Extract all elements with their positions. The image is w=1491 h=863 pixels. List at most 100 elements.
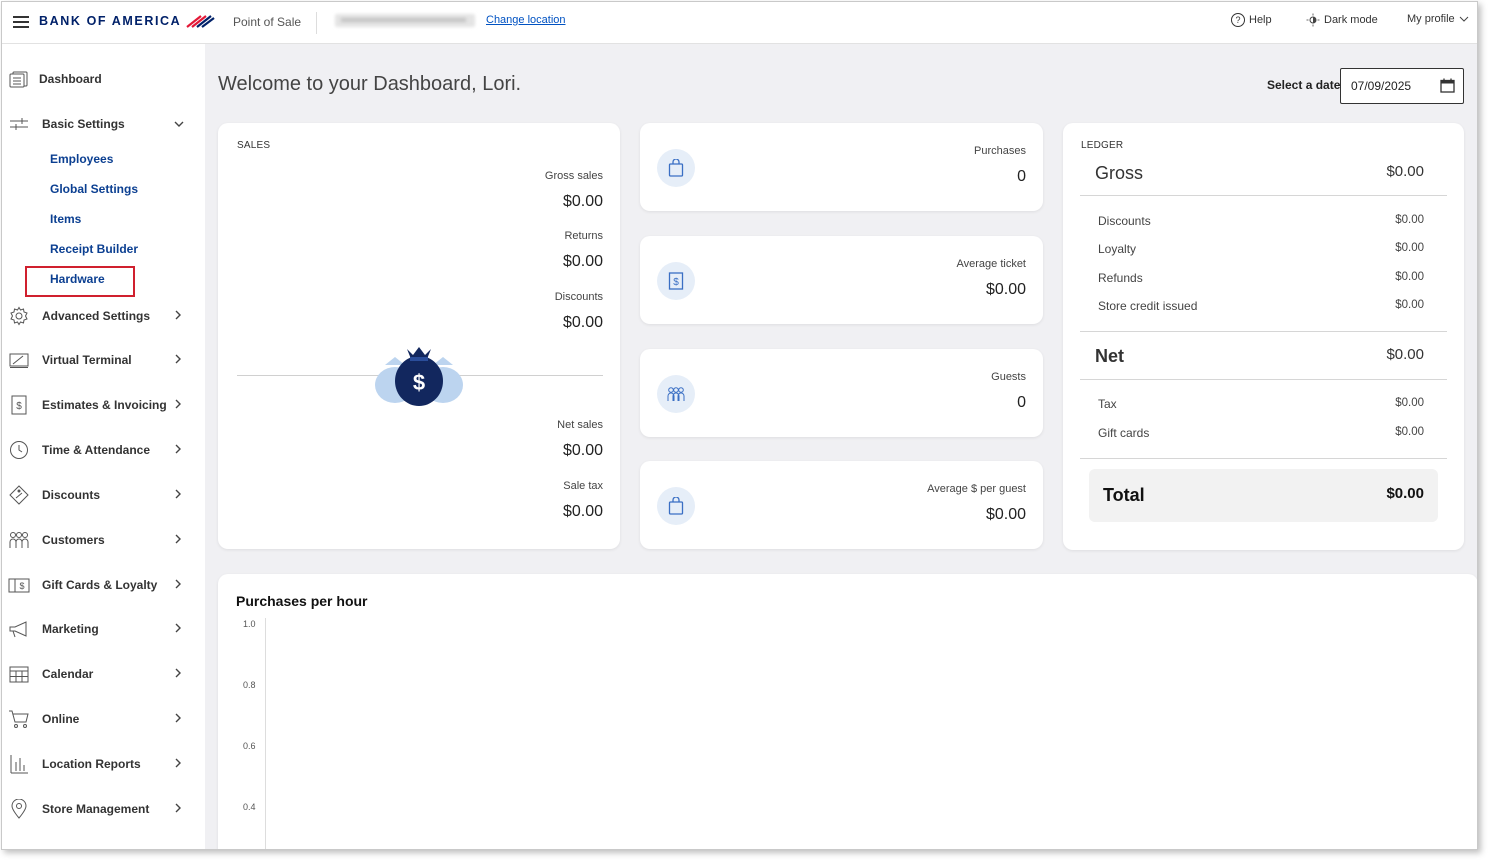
chevron-down-icon xyxy=(174,121,184,127)
ledger-row: Discounts $0.00 xyxy=(1098,214,1424,228)
sidebar-subitem-receipt-builder[interactable]: Receipt Builder xyxy=(50,242,138,256)
bank-logo[interactable]: BANK OF AMERICA xyxy=(39,14,215,28)
ledger-row-label: Store credit issued xyxy=(1098,299,1198,313)
ledger-gross-label: Gross xyxy=(1095,163,1144,183)
sidebar-item-online[interactable]: Online xyxy=(2,704,205,734)
gross-sales-label: Gross sales xyxy=(544,170,603,182)
chevron-right-icon xyxy=(174,488,182,502)
chevron-right-icon xyxy=(174,398,182,412)
ledger-card: LEDGER Gross $0.00 Discounts $0.00 Loyalt… xyxy=(1063,123,1464,550)
app-window: BANK OF AMERICA Point of Sale Change loc… xyxy=(1,1,1478,850)
sidebar-item-estimates-invoicing[interactable]: $ Estimates & Invoicing xyxy=(2,390,205,420)
help-button[interactable]: ? Help xyxy=(1231,13,1272,27)
sidebar-item-label: Marketing xyxy=(42,622,99,636)
dark-mode-toggle[interactable]: Dark mode xyxy=(1306,13,1378,27)
svg-text:$: $ xyxy=(16,401,22,412)
y-tick-label: 1.0 xyxy=(243,619,256,629)
sidebar-item-customers[interactable]: Customers xyxy=(2,525,205,555)
ledger-gross-value: $0.00 xyxy=(1386,163,1424,180)
discounts-value: $0.00 xyxy=(562,314,603,331)
hamburger-menu-icon[interactable] xyxy=(13,16,29,28)
page-title: Welcome to your Dashboard, Lori. xyxy=(218,73,522,95)
sidebar-item-store-management[interactable]: Store Management xyxy=(2,794,205,824)
sidebar-item-calendar[interactable]: Calendar xyxy=(2,659,205,689)
hardware-highlight-box xyxy=(25,266,135,297)
metric-label: Average $ per guest xyxy=(927,483,1026,495)
svg-text:$: $ xyxy=(413,370,425,395)
svg-text:$: $ xyxy=(673,277,679,288)
sidebar-item-label: Customers xyxy=(42,533,105,547)
ledger-row-value: $0.00 xyxy=(1395,242,1424,254)
sidebar-item-label: Advanced Settings xyxy=(42,309,151,323)
sidebar-item-label: Estimates & Invoicing xyxy=(42,398,167,412)
chevron-right-icon xyxy=(174,443,182,457)
svg-text:$: $ xyxy=(19,581,24,591)
ledger-gross-row: Gross $0.00 xyxy=(1095,163,1424,184)
sidebar-item-advanced-settings[interactable]: Advanced Settings xyxy=(2,301,205,331)
app-name: Point of Sale xyxy=(233,15,302,29)
sidebar-item-label: Calendar xyxy=(42,667,94,681)
calendar-icon[interactable] xyxy=(1440,78,1455,93)
ledger-row: Tax $0.00 xyxy=(1098,397,1424,411)
invoice-icon: $ xyxy=(8,394,30,416)
flag-logo-icon xyxy=(186,15,215,28)
sidebar-item-discounts[interactable]: Discounts xyxy=(2,480,205,510)
sidebar-subitem-global-settings[interactable]: Global Settings xyxy=(50,182,138,196)
metric-label: Purchases xyxy=(974,145,1026,157)
ledger-row: Loyalty $0.00 xyxy=(1098,242,1424,256)
chart-y-axis xyxy=(265,618,266,849)
money-bag-icon: $ xyxy=(375,347,463,406)
metric-card-average-per-guest: Average $ per guest $0.00 xyxy=(640,461,1043,549)
date-value: 07/09/2025 xyxy=(1351,79,1412,93)
ledger-net-row: Net $0.00 xyxy=(1095,346,1424,367)
chevron-right-icon xyxy=(174,309,182,323)
returns-value: $0.00 xyxy=(562,253,603,270)
sidebar-item-gift-cards-loyalty[interactable]: $ Gift Cards & Loyalty xyxy=(2,570,205,600)
my-profile-menu[interactable]: My profile xyxy=(1407,13,1469,25)
brand-name: BANK OF AMERICA xyxy=(39,14,182,28)
people-icon xyxy=(8,529,30,551)
chevron-right-icon xyxy=(174,802,182,816)
sidebar-item-basic-settings[interactable]: Basic Settings xyxy=(2,109,205,139)
ledger-row-value: $0.00 xyxy=(1395,299,1424,311)
ledger-total-box: Total $0.00 xyxy=(1089,469,1438,522)
main-content: Welcome to your Dashboard, Lori. Select … xyxy=(205,44,1477,849)
sidebar-subitem-employees[interactable]: Employees xyxy=(50,152,113,166)
megaphone-icon xyxy=(8,618,30,640)
sidebar-item-label: Time & Attendance xyxy=(42,443,151,457)
chart-title: Purchases per hour xyxy=(236,593,368,609)
sidebar-item-label: Online xyxy=(42,712,80,726)
sidebar-subitem-items[interactable]: Items xyxy=(50,212,81,226)
chevron-down-icon xyxy=(1459,16,1469,22)
y-tick-label: 0.4 xyxy=(243,802,256,812)
chevron-right-icon xyxy=(174,578,182,592)
discounts-label: Discounts xyxy=(554,291,603,303)
chevron-right-icon xyxy=(174,533,182,547)
sidebar-item-dashboard[interactable]: Dashboard xyxy=(2,64,205,94)
sidebar-item-marketing[interactable]: Marketing xyxy=(2,614,205,644)
sidebar-item-label: Discounts xyxy=(42,488,101,502)
tag-icon xyxy=(8,484,30,506)
clock-icon xyxy=(8,439,30,461)
ledger-divider xyxy=(1080,331,1447,332)
date-picker-input[interactable]: 07/09/2025 xyxy=(1340,68,1464,104)
help-label: Help xyxy=(1249,14,1272,26)
purchases-per-hour-card: Purchases per hour 1.0 0.8 0.6 0.4 xyxy=(218,574,1477,849)
ledger-divider xyxy=(1080,458,1447,459)
ledger-row-label: Loyalty xyxy=(1098,242,1137,256)
metric-card-average-ticket: $ Average ticket $0.00 xyxy=(640,236,1043,324)
sidebar-item-location-reports[interactable]: Location Reports xyxy=(2,749,205,779)
sidebar-item-virtual-terminal[interactable]: Virtual Terminal xyxy=(2,345,205,375)
header-divider xyxy=(316,12,317,34)
sales-card: SALES Gross sales $0.00 Returns $0.00 Di… xyxy=(218,123,620,549)
metric-label: Average ticket xyxy=(956,258,1026,270)
change-location-link[interactable]: Change location xyxy=(486,14,566,26)
metric-label: Guests xyxy=(991,371,1026,383)
calendar-icon xyxy=(8,663,30,685)
ledger-row-value: $0.00 xyxy=(1395,426,1424,438)
ledger-row: Gift cards $0.00 xyxy=(1098,426,1424,440)
sales-card-title: SALES xyxy=(237,140,271,151)
gear-icon xyxy=(8,305,30,327)
dashboard-icon xyxy=(8,68,30,90)
sidebar-item-time-attendance[interactable]: Time & Attendance xyxy=(2,435,205,465)
